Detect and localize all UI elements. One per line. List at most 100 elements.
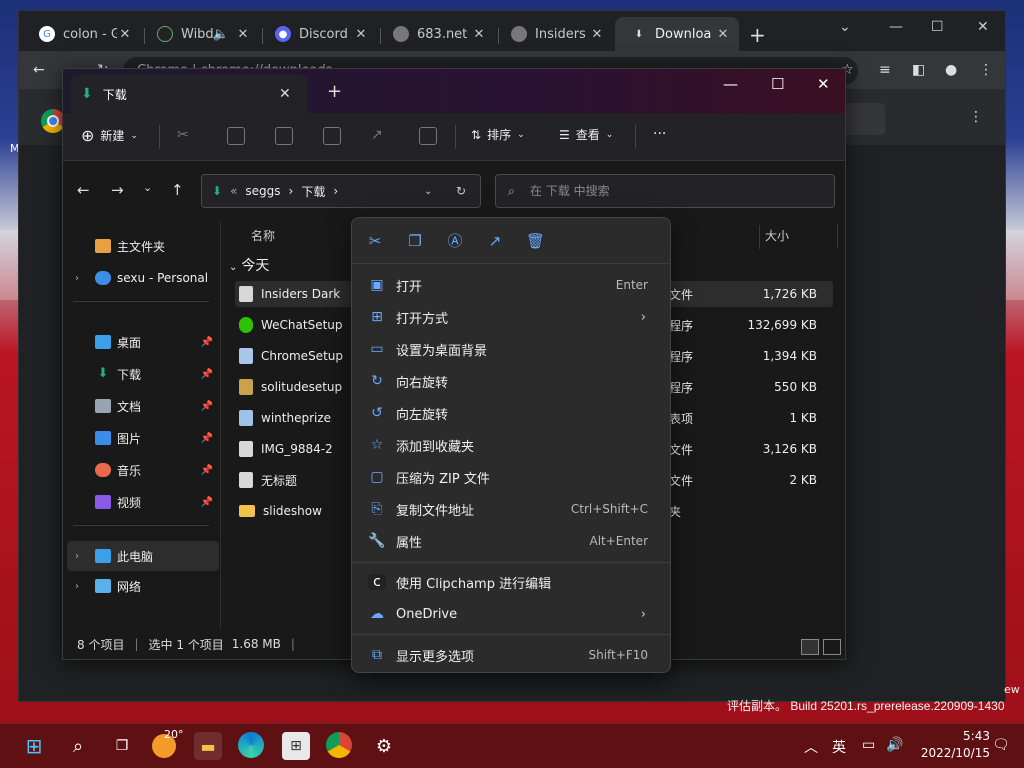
- breadcrumb-part[interactable]: seggs: [245, 184, 280, 198]
- nav-pictures[interactable]: 图片 📌: [75, 425, 219, 451]
- menu-item-open-with[interactable]: ⊞ 打开方式 ›: [360, 302, 662, 332]
- column-name[interactable]: 名称: [251, 227, 275, 244]
- back-icon[interactable]: ←: [33, 62, 45, 78]
- sort-button[interactable]: ⇅ 排序 ⌄: [471, 126, 525, 143]
- pin-icon[interactable]: 📌: [201, 465, 213, 476]
- menu-item-clipchamp[interactable]: c 使用 Clipchamp 进行编辑: [360, 567, 662, 597]
- cut-icon[interactable]: ✂: [177, 127, 195, 145]
- maximize-button[interactable]: ☐: [771, 75, 784, 93]
- profile-icon[interactable]: ●: [945, 62, 957, 78]
- menu-icon[interactable]: ⋮: [979, 62, 993, 78]
- delete-icon[interactable]: [419, 127, 437, 145]
- search-icon[interactable]: ⌕: [64, 732, 92, 760]
- column-size[interactable]: 大小: [765, 227, 789, 244]
- menu-item-open[interactable]: ▣ 打开 Enter: [360, 270, 662, 300]
- tab-close-icon[interactable]: ✕: [279, 86, 307, 102]
- chrome-tab[interactable]: G colon - G ✕: [23, 17, 141, 51]
- share-icon[interactable]: ↗: [486, 232, 504, 250]
- nav-this-pc[interactable]: › 此电脑: [67, 541, 219, 571]
- menu-item-onedrive[interactable]: ☁ OneDrive ›: [360, 599, 662, 629]
- pin-icon[interactable]: 📌: [201, 401, 213, 412]
- volume-icon[interactable]: 🔊: [886, 737, 903, 753]
- share-icon[interactable]: ↗: [371, 127, 389, 145]
- tiles-view-button[interactable]: [823, 639, 841, 655]
- minimize-button[interactable]: —: [723, 75, 738, 93]
- tab-close-icon[interactable]: ✕: [353, 27, 369, 42]
- menu-item-add-favorite[interactable]: ☆ 添加到收藏夹: [360, 430, 662, 460]
- chrome-tab[interactable]: Wibd 🔈 ✕: [141, 17, 259, 51]
- chevron-down-icon[interactable]: ⌄: [839, 19, 851, 35]
- up-icon[interactable]: ↑: [171, 181, 184, 199]
- close-button[interactable]: ✕: [817, 75, 830, 93]
- menu-item-properties[interactable]: 🔧 属性 Alt+Enter: [360, 526, 662, 556]
- address-bar[interactable]: ⬇ « seggs › 下载 › ⌄ ↻: [201, 174, 481, 208]
- chrome-taskbar-icon[interactable]: [326, 732, 352, 758]
- ime-indicator[interactable]: 英: [832, 737, 846, 757]
- start-button[interactable]: ⊞: [20, 732, 48, 760]
- rename-icon[interactable]: [323, 127, 341, 145]
- clock[interactable]: 5:43 2022/10/15: [918, 728, 990, 762]
- edge-icon[interactable]: [238, 732, 264, 758]
- tab-close-icon[interactable]: ✕: [471, 27, 487, 42]
- cut-icon[interactable]: ✂: [366, 232, 384, 250]
- breadcrumb-part[interactable]: 下载: [301, 183, 325, 200]
- tab-close-icon[interactable]: ✕: [589, 27, 605, 42]
- tab-close-icon[interactable]: ✕: [235, 27, 251, 42]
- pin-icon[interactable]: 📌: [201, 433, 213, 444]
- nav-music[interactable]: 音乐 📌: [75, 457, 219, 483]
- chrome-tab-active[interactable]: ⬇ Downloa ✕: [615, 17, 739, 51]
- desktop-icon[interactable]: M: [0, 118, 20, 155]
- menu-item-show-more[interactable]: ⧉ 显示更多选项 Shift+F10: [360, 640, 662, 670]
- refresh-icon[interactable]: ↻: [456, 184, 466, 198]
- view-button[interactable]: ☰ 查看 ⌄: [559, 126, 613, 143]
- nav-downloads[interactable]: ⬇ 下载 📌: [75, 361, 219, 387]
- details-view-button[interactable]: [801, 639, 819, 655]
- new-tab-button[interactable]: +: [327, 81, 342, 102]
- recent-icon[interactable]: ⌄: [143, 181, 152, 194]
- pin-icon[interactable]: 📌: [201, 369, 213, 380]
- menu-item-rotate-left[interactable]: ↺ 向左旋转: [360, 398, 662, 428]
- menu-item-compress-zip[interactable]: ▢ 压缩为 ZIP 文件: [360, 462, 662, 492]
- menu-item-set-wallpaper[interactable]: ▭ 设置为桌面背景: [360, 334, 662, 364]
- chrome-tab[interactable]: 683.net ✕: [377, 17, 495, 51]
- file-explorer-taskbar-icon[interactable]: ▬: [194, 732, 222, 760]
- chevron-up-icon[interactable]: ︿: [804, 737, 818, 757]
- nav-network[interactable]: › 网络: [75, 573, 219, 599]
- store-icon[interactable]: ⊞: [282, 732, 310, 760]
- tab-close-icon[interactable]: ✕: [117, 27, 133, 42]
- nav-desktop[interactable]: 桌面 📌: [75, 329, 219, 355]
- settings-gear-icon[interactable]: ⚙: [370, 732, 398, 760]
- close-button[interactable]: ✕: [977, 19, 989, 35]
- copy-icon[interactable]: ❐: [406, 232, 424, 250]
- pin-icon[interactable]: 📌: [201, 337, 213, 348]
- downloads-menu-icon[interactable]: ⋮: [969, 109, 983, 125]
- explorer-tab[interactable]: ⬇ 下载 ✕: [71, 75, 307, 113]
- speaker-icon[interactable]: 🔈: [213, 27, 229, 42]
- chrome-tab[interactable]: Insiders I ✕: [495, 17, 613, 51]
- copy-icon[interactable]: [227, 127, 245, 145]
- task-view-icon[interactable]: ❐: [108, 732, 136, 760]
- chevron-down-icon[interactable]: ⌄: [424, 186, 432, 197]
- back-icon[interactable]: ←: [77, 181, 90, 199]
- new-tab-button[interactable]: +: [749, 23, 766, 47]
- nav-onedrive[interactable]: › sexu - Personal: [75, 265, 219, 291]
- search-input[interactable]: ⌕ 在 下载 中搜索: [495, 174, 835, 208]
- maximize-button[interactable]: ☐: [931, 19, 944, 35]
- menu-item-rotate-right[interactable]: ↻ 向右旋转: [360, 366, 662, 396]
- menu-item-copy-path[interactable]: ⎘ 复制文件地址 Ctrl+Shift+C: [360, 494, 662, 524]
- nav-documents[interactable]: 文档 📌: [75, 393, 219, 419]
- new-button[interactable]: ⊕ 新建 ⌄: [81, 126, 138, 145]
- tab-close-icon[interactable]: ✕: [715, 27, 731, 42]
- network-icon[interactable]: ▭: [862, 737, 875, 753]
- more-button[interactable]: ···: [653, 126, 666, 142]
- chrome-tab[interactable]: ● Discord | ✕: [259, 17, 377, 51]
- forward-icon[interactable]: →: [111, 181, 124, 199]
- rename-icon[interactable]: Ⓐ: [446, 232, 464, 250]
- media-icon[interactable]: ≡: [879, 62, 891, 78]
- notification-icon[interactable]: 🗨: [992, 737, 1010, 753]
- pin-icon[interactable]: 📌: [201, 497, 213, 508]
- minimize-button[interactable]: —: [889, 19, 903, 35]
- sidepanel-icon[interactable]: ◧: [912, 62, 925, 78]
- paste-icon[interactable]: [275, 127, 293, 145]
- nav-videos[interactable]: 视频 📌: [75, 489, 219, 515]
